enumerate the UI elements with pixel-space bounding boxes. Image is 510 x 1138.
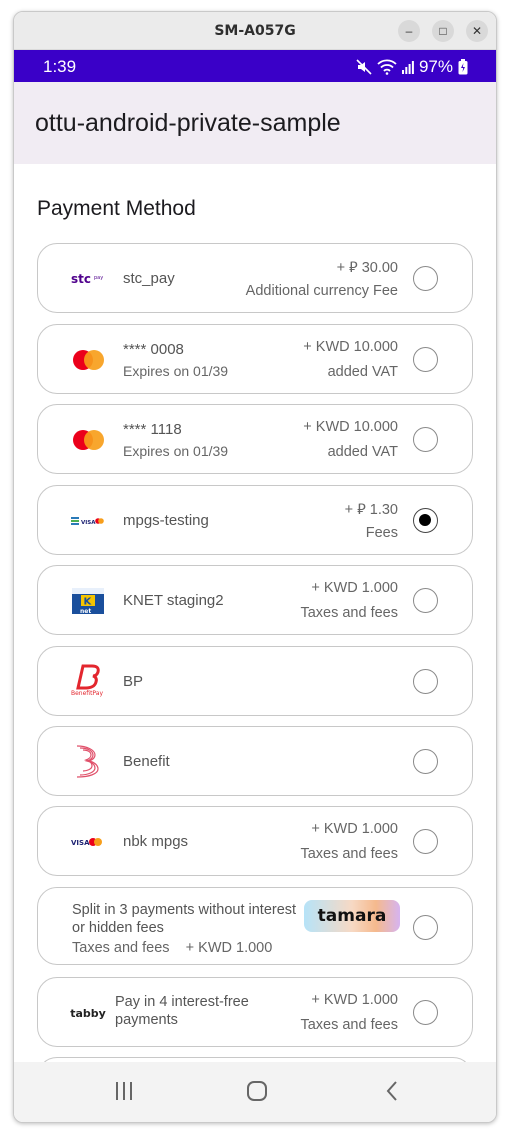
mastercard-logo: [70, 427, 106, 453]
payment-option-mpgs-testing[interactable]: VISA mpgs-testing + ⃁ 1.30 Fees: [37, 485, 473, 555]
battery-percent: 97%: [418, 57, 453, 76]
svg-text:net: net: [80, 608, 91, 614]
tabby-description: Pay in 4 interest-free payments: [115, 993, 249, 1029]
method-name: **** 0008: [123, 341, 184, 358]
method-price: + ⃁ 30.00: [336, 260, 398, 276]
method-name: BP: [123, 673, 144, 690]
payment-option-card-1118[interactable]: **** 1118 Expires on 01/39 + KWD 10.000 …: [37, 404, 473, 474]
radio-button[interactable]: [413, 1000, 438, 1025]
method-price: + KWD 1.000: [311, 992, 398, 1008]
emulator-window: SM-A057G – □ ✕ 1:39 97% ottu-android-pri…: [13, 11, 497, 1123]
visa-mastercard-logo: VISA: [70, 829, 106, 855]
mute-icon: [356, 59, 372, 75]
close-button[interactable]: ✕: [466, 20, 488, 42]
stc-pay-logo: stc pay: [70, 266, 106, 292]
home-icon[interactable]: [246, 1080, 268, 1107]
method-name: mpgs-testing: [123, 512, 209, 529]
radio-button[interactable]: [413, 427, 438, 452]
method-name: nbk mpgs: [123, 833, 189, 850]
tamara-fees: Taxes and fees + KWD 1.000: [72, 940, 272, 956]
system-nav-bar: [14, 1062, 496, 1122]
tamara-logo: tamara: [304, 900, 400, 932]
method-fee-label: Additional currency Fee: [245, 283, 398, 299]
app-title: ottu-android-private-sample: [35, 109, 341, 137]
status-bar: 1:39 97%: [14, 50, 496, 82]
method-fee-label: Taxes and fees: [300, 605, 398, 621]
method-price: + KWD 1.000: [311, 580, 398, 596]
payment-option-tabby[interactable]: tabby Pay in 4 interest-free payments + …: [37, 977, 473, 1047]
tamara-description: Split in 3 payments without interest or …: [72, 901, 302, 937]
method-fee-label: added VAT: [327, 364, 398, 380]
svg-text:K: K: [84, 597, 93, 608]
method-price: + KWD 1.000: [185, 940, 273, 956]
method-fee-label: Taxes and fees: [300, 1017, 398, 1033]
knet-logo: Knet: [70, 588, 106, 614]
method-fee-label: Taxes and fees: [300, 846, 398, 862]
back-icon[interactable]: [384, 1080, 400, 1107]
minimize-button[interactable]: –: [398, 20, 420, 42]
payment-option-card-0008[interactable]: **** 0008 Expires on 01/39 + KWD 10.000 …: [37, 324, 473, 394]
radio-button[interactable]: [413, 347, 438, 372]
method-name: stc_pay: [123, 270, 175, 287]
recent-apps-icon[interactable]: [114, 1080, 134, 1107]
svg-text:VISA: VISA: [71, 839, 90, 847]
method-name: **** 1118: [123, 421, 182, 438]
method-name: KNET staging2: [123, 592, 224, 609]
payment-option-benefit[interactable]: Benefit: [37, 726, 473, 796]
tabby-line-1: Pay in 4 interest-free: [115, 994, 249, 1010]
payment-option-stc-pay[interactable]: stc pay stc_pay + ⃁ 30.00 Additional curr…: [37, 243, 473, 313]
radio-button[interactable]: [413, 829, 438, 854]
mpgs-logo: VISA: [70, 508, 106, 534]
radio-button-selected[interactable]: [413, 508, 438, 533]
benefit-logo: [70, 744, 106, 778]
svg-text:stc: stc: [71, 272, 91, 286]
radio-button[interactable]: [413, 266, 438, 291]
app-bar: ottu-android-private-sample: [14, 82, 496, 164]
battery-icon: [458, 59, 468, 75]
radio-button[interactable]: [413, 669, 438, 694]
card-expiry: Expires on 01/39: [123, 443, 229, 459]
method-price: + KWD 10.000: [303, 339, 398, 355]
wifi-icon: [377, 59, 397, 75]
payment-option-nbk-mpgs[interactable]: VISA nbk mpgs + KWD 1.000 Taxes and fees: [37, 806, 473, 876]
status-icons: 97%: [356, 57, 468, 77]
signal-icon: [401, 60, 414, 74]
method-price: + ⃁ 1.30: [344, 502, 398, 518]
maximize-button[interactable]: □: [432, 20, 454, 42]
section-title: Payment Method: [37, 197, 196, 220]
payment-option-knet[interactable]: Knet KNET staging2 + KWD 1.000 Taxes and…: [37, 565, 473, 635]
svg-text:VISA: VISA: [81, 520, 96, 526]
svg-text:pay: pay: [94, 275, 103, 281]
tabby-line-2: payments: [115, 1012, 178, 1028]
tabby-logo: tabby: [70, 1006, 106, 1020]
radio-button[interactable]: [413, 588, 438, 613]
mastercard-logo: [70, 347, 106, 373]
tamara-line-1: Split in 3 payments without interest: [72, 902, 297, 918]
method-price: + KWD 10.000: [303, 419, 398, 435]
method-price: + KWD 1.000: [311, 821, 398, 837]
payment-option-bp[interactable]: BenefitPay BP: [37, 646, 473, 716]
method-fee-label: added VAT: [327, 444, 398, 460]
method-fee-label: Taxes and fees: [72, 940, 170, 956]
method-fee-label: Fees: [365, 525, 398, 541]
svg-text:BenefitPay: BenefitPay: [71, 690, 103, 697]
radio-button[interactable]: [413, 749, 438, 774]
card-expiry: Expires on 01/39: [123, 363, 229, 379]
tamara-line-2: or hidden fees: [72, 920, 164, 936]
method-name: Benefit: [123, 753, 170, 770]
window-titlebar: SM-A057G – □ ✕: [14, 12, 496, 50]
benefitpay-logo: BenefitPay: [70, 663, 106, 697]
status-time: 1:39: [43, 57, 77, 76]
radio-button[interactable]: [413, 915, 438, 940]
payment-option-tamara[interactable]: Split in 3 payments without interest or …: [37, 887, 473, 965]
window-title: SM-A057G: [214, 23, 296, 39]
